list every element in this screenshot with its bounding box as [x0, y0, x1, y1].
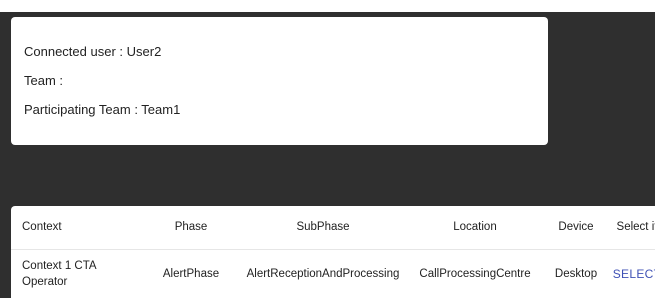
column-header-device: Device — [544, 206, 608, 250]
participating-team-text: Participating Team : Team1 — [24, 102, 181, 117]
column-header-phase: Phase — [142, 206, 240, 250]
cell-context: Context 1 CTA Operator — [22, 259, 96, 288]
table-header: Context Phase SubPhase Location Device S… — [11, 206, 655, 250]
table-row: Context 1 CTA Operator AlertPhase AlertR… — [11, 249, 655, 298]
select-button[interactable]: SELECT — [613, 267, 655, 281]
connected-user-text: Connected user : User2 — [24, 44, 162, 59]
cell-select: SELECT — [608, 249, 655, 298]
top-strip — [0, 0, 655, 12]
user-info-card: Connected user : User2 Team : Participat… — [11, 17, 548, 145]
cell-device: Desktop — [554, 267, 598, 280]
context-table: Context Phase SubPhase Location Device S… — [11, 206, 655, 298]
context-table-card: Context Phase SubPhase Location Device S… — [11, 206, 655, 298]
column-header-select: Select it — [608, 206, 655, 250]
column-header-context: Context — [11, 206, 142, 250]
table-body: Context 1 CTA Operator AlertPhase AlertR… — [11, 249, 655, 298]
cell-phase: AlertPhase — [162, 267, 220, 280]
cell-location: CallProcessingCentre — [419, 267, 531, 280]
column-header-subphase: SubPhase — [240, 206, 406, 250]
column-header-location: Location — [406, 206, 544, 250]
cell-subphase: AlertReceptionAndProcessing — [246, 267, 400, 280]
team-text: Team : — [24, 73, 64, 88]
header-row: Context Phase SubPhase Location Device S… — [11, 206, 655, 250]
